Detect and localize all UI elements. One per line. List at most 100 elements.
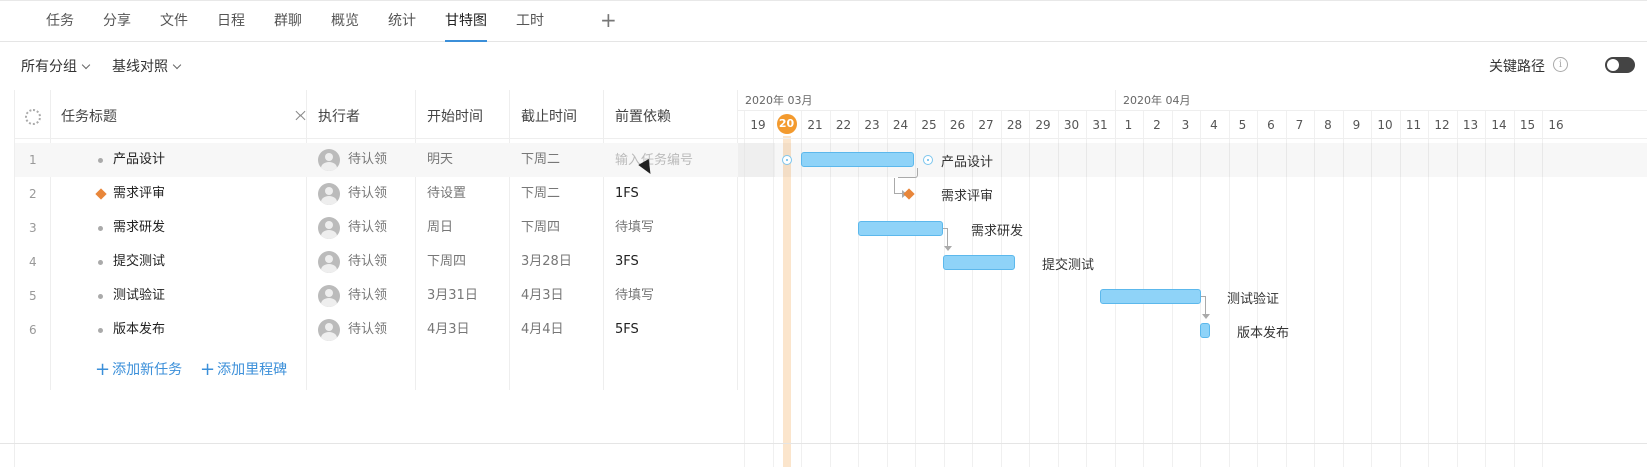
day-label: 12 bbox=[1434, 118, 1450, 132]
task-start[interactable]: 明天 bbox=[427, 143, 453, 177]
tab-tasks[interactable]: 任务 bbox=[46, 11, 74, 42]
day-label: 31 bbox=[1092, 118, 1108, 132]
task-assignee[interactable]: 待认领 bbox=[348, 177, 387, 211]
avatar[interactable] bbox=[318, 251, 340, 273]
avatar[interactable] bbox=[318, 285, 340, 307]
table-row[interactable]: 3 需求研发 待认领 周日 下周四 待填写 bbox=[15, 211, 775, 245]
gantt-bar-label: 测试验证 bbox=[1227, 292, 1280, 307]
add-milestone-label: 添加里程碑 bbox=[217, 362, 288, 378]
task-end[interactable]: 下周四 bbox=[521, 211, 560, 245]
day-label: 14 bbox=[1491, 118, 1507, 132]
task-start[interactable]: 下周四 bbox=[427, 245, 466, 279]
day-label: 6 bbox=[1267, 118, 1275, 132]
task-dependency[interactable]: 5FS bbox=[615, 313, 639, 347]
avatar[interactable] bbox=[318, 319, 340, 341]
task-dependency[interactable]: 待填写 bbox=[615, 211, 654, 245]
task-dependency[interactable]: 1FS bbox=[615, 177, 639, 211]
task-title[interactable]: 需求研发 bbox=[113, 211, 165, 245]
task-title[interactable]: 提交测试 bbox=[113, 245, 165, 279]
task-end[interactable]: 下周二 bbox=[521, 143, 560, 177]
task-assignee[interactable]: 待认领 bbox=[348, 245, 387, 279]
table-row[interactable]: 2 需求评审 待认领 待设置 下周二 1FS bbox=[15, 177, 775, 211]
avatar[interactable] bbox=[318, 217, 340, 239]
month-divider bbox=[738, 110, 1647, 111]
header-divider bbox=[15, 138, 737, 139]
critical-path-toggle[interactable] bbox=[1605, 57, 1635, 73]
gantt-bar[interactable] bbox=[858, 221, 943, 236]
day-label: 21 bbox=[807, 118, 823, 132]
task-end[interactable]: 4月3日 bbox=[521, 279, 564, 313]
gantt-toolbar: 所有分组 基线对照 关键路径 i bbox=[0, 42, 1647, 88]
tab-gantt[interactable]: 甘特图 bbox=[445, 11, 487, 42]
row-number: 2 bbox=[29, 187, 37, 201]
settings-gear-icon[interactable] bbox=[25, 109, 41, 125]
gantt-bar-label: 需求研发 bbox=[971, 224, 1024, 239]
baseline-dropdown[interactable]: 基线对照 bbox=[112, 56, 182, 76]
task-start[interactable]: 3月31日 bbox=[427, 279, 478, 313]
tab-work-hours[interactable]: 工时 bbox=[516, 11, 544, 42]
task-assignee[interactable]: 待认领 bbox=[348, 143, 387, 177]
day-label: 8 bbox=[1324, 118, 1332, 132]
group-dropdown[interactable]: 所有分组 bbox=[21, 56, 91, 76]
day-label: 11 bbox=[1405, 118, 1422, 132]
task-assignee[interactable]: 待认领 bbox=[348, 279, 387, 313]
link-handle-icon[interactable] bbox=[782, 155, 792, 165]
link-handle-icon[interactable] bbox=[923, 155, 933, 165]
column-header-start[interactable]: 开始时间 bbox=[427, 90, 483, 145]
day-label: 22 bbox=[835, 118, 852, 132]
task-title[interactable]: 测试验证 bbox=[113, 279, 165, 313]
tab-group-chat[interactable]: 群聊 bbox=[274, 11, 302, 42]
day-label: 27 bbox=[978, 118, 994, 132]
day-label: 4 bbox=[1210, 118, 1218, 132]
tab-overview[interactable]: 概览 bbox=[331, 11, 359, 42]
gantt-bar[interactable] bbox=[1200, 323, 1210, 338]
gantt-bar[interactable] bbox=[1100, 289, 1201, 304]
table-row[interactable]: 4 提交测试 待认领 下周四 3月28日 3FS bbox=[15, 245, 775, 279]
task-title[interactable]: 版本发布 bbox=[113, 313, 165, 347]
task-title[interactable]: 产品设计 bbox=[113, 143, 165, 177]
chevron-down-icon bbox=[81, 60, 91, 70]
column-header-end[interactable]: 截止时间 bbox=[521, 90, 577, 145]
tab-schedule[interactable]: 日程 bbox=[217, 11, 245, 42]
task-dependency[interactable]: 3FS bbox=[615, 245, 639, 279]
tab-files[interactable]: 文件 bbox=[160, 11, 188, 42]
add-tab-icon[interactable]: + bbox=[600, 9, 617, 31]
task-start[interactable]: 待设置 bbox=[427, 177, 466, 211]
day-label: 28 bbox=[1006, 118, 1023, 132]
gantt-bar-label: 提交测试 bbox=[1042, 258, 1095, 273]
task-end[interactable]: 下周二 bbox=[521, 177, 560, 211]
task-dot-icon bbox=[98, 294, 103, 299]
task-start[interactable]: 周日 bbox=[427, 211, 453, 245]
column-header-dependency[interactable]: 前置依赖 bbox=[615, 90, 671, 145]
info-icon[interactable]: i bbox=[1553, 57, 1568, 72]
task-end[interactable]: 3月28日 bbox=[521, 245, 572, 279]
add-task-button[interactable]: + 添加新任务 bbox=[95, 358, 182, 380]
task-assignee[interactable]: 待认领 bbox=[348, 313, 387, 347]
critical-path-label: 关键路径 bbox=[1489, 59, 1545, 75]
avatar[interactable] bbox=[318, 149, 340, 171]
day-label: 16 bbox=[1548, 118, 1564, 132]
task-assignee[interactable]: 待认领 bbox=[348, 211, 387, 245]
table-row[interactable]: 5 测试验证 待认领 3月31日 4月3日 待填写 bbox=[15, 279, 775, 313]
table-row[interactable]: 1 产品设计 待认领 明天 下周二 bbox=[15, 143, 775, 177]
column-header-title[interactable]: 任务标题 bbox=[61, 90, 117, 145]
tab-share[interactable]: 分享 bbox=[103, 11, 131, 42]
header-divider bbox=[738, 138, 1647, 139]
dependency-input[interactable] bbox=[615, 143, 740, 177]
gantt-bar[interactable] bbox=[801, 152, 914, 167]
plus-icon: + bbox=[95, 359, 111, 380]
dependency-link bbox=[1201, 296, 1206, 316]
tab-statistics[interactable]: 统计 bbox=[388, 11, 416, 42]
avatar[interactable] bbox=[318, 183, 340, 205]
gantt-bar[interactable] bbox=[943, 255, 1015, 270]
add-milestone-button[interactable]: + 添加里程碑 bbox=[200, 358, 288, 380]
month-label: 2020年 03月 bbox=[745, 94, 813, 107]
task-title[interactable]: 需求评审 bbox=[113, 177, 165, 211]
day-label: 26 bbox=[949, 118, 966, 132]
column-header-assignee[interactable]: 执行者 bbox=[318, 90, 360, 145]
task-dependency[interactable]: 待填写 bbox=[615, 279, 654, 313]
task-end[interactable]: 4月4日 bbox=[521, 313, 564, 347]
table-row[interactable]: 6 版本发布 待认领 4月3日 4月4日 5FS bbox=[15, 313, 775, 347]
row-number: 5 bbox=[29, 289, 37, 303]
task-start[interactable]: 4月3日 bbox=[427, 313, 470, 347]
